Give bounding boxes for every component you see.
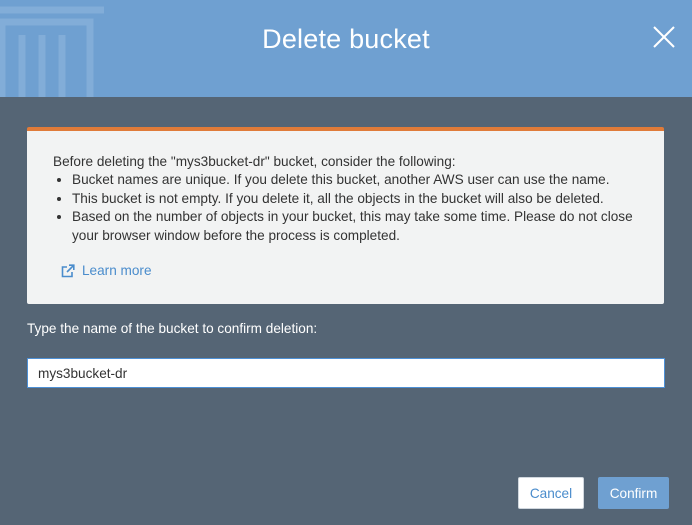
external-link-icon xyxy=(61,264,75,278)
notice-item: This bucket is not empty. If you delete … xyxy=(72,190,640,208)
notice-intro: Before deleting the "mys3bucket-dr" buck… xyxy=(53,154,456,169)
warning-notice: Before deleting the "mys3bucket-dr" buck… xyxy=(27,127,664,304)
learn-more-link[interactable]: Learn more xyxy=(61,262,152,280)
confirm-name-label: Type the name of the bucket to confirm d… xyxy=(27,321,318,336)
close-icon xyxy=(653,26,675,48)
delete-bucket-dialog: Delete bucket Before deleting the "mys3b… xyxy=(0,0,692,525)
dialog-title: Delete bucket xyxy=(262,24,430,54)
dialog-header: Delete bucket xyxy=(0,0,692,97)
notice-item: Bucket names are unique. If you delete t… xyxy=(72,171,640,189)
confirm-button[interactable]: Confirm xyxy=(598,477,669,509)
notice-item: Based on the number of objects in your b… xyxy=(72,208,640,245)
cancel-button[interactable]: Cancel xyxy=(518,477,584,509)
bucket-name-input[interactable] xyxy=(27,358,665,388)
close-button[interactable] xyxy=(650,23,678,51)
notice-list: Bucket names are unique. If you delete t… xyxy=(53,171,640,245)
learn-more-label: Learn more xyxy=(82,263,152,279)
